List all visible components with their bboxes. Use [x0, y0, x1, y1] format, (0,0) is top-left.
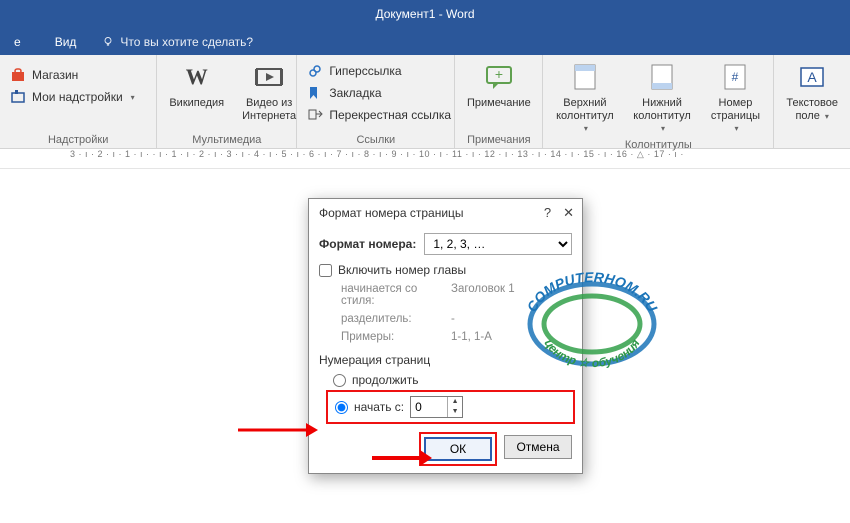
crossref-label: Перекрестная ссылка	[329, 108, 451, 122]
page-number-icon: #	[719, 61, 751, 93]
comment-icon: +	[483, 61, 515, 93]
group-headerfooter: Верхнийколонтитул ▾ Нижнийколонтитул ▾ #…	[543, 55, 774, 148]
svg-text:A: A	[808, 69, 818, 85]
svg-text:#: #	[732, 70, 739, 84]
video-icon	[253, 61, 285, 93]
examples-value: 1-1, 1-A	[451, 331, 572, 343]
hyperlink-icon	[307, 63, 323, 79]
chapter-style-value: Заголовок 1	[451, 283, 572, 307]
annotation-arrow-2	[372, 448, 432, 468]
ribbon-tabstrip: е Вид Что вы хотите сделать?	[0, 28, 850, 55]
spin-up-icon[interactable]: ▲	[448, 397, 462, 407]
addins-icon	[10, 89, 26, 105]
comment-button[interactable]: + Примечание	[463, 59, 535, 112]
page-number-label: Номерстраницы ▾	[710, 97, 762, 135]
tab-partial[interactable]: е	[6, 28, 29, 55]
header-label: Верхнийколонтитул ▾	[555, 97, 614, 135]
crossref-icon	[307, 107, 323, 123]
hyperlink-label: Гиперссылка	[329, 64, 401, 78]
examples-label: Примеры:	[341, 331, 451, 343]
continue-label: продолжить	[352, 373, 418, 387]
group-media-label: Мультимедиа	[165, 132, 288, 146]
ok-button[interactable]: ОК	[424, 437, 492, 461]
group-media: W Википедия Видео изИнтернета Мультимеди…	[157, 55, 297, 148]
page-number-format-dialog: Формат номера страницы ? ✕ Формат номера…	[308, 198, 583, 474]
horizontal-ruler[interactable]: 3 · ı · 2 · ı · 1 · ı · · ı · 1 · ı · 2 …	[0, 149, 850, 169]
tell-me-label: Что вы хотите сделать?	[120, 35, 253, 49]
include-chapter-checkbox[interactable]	[319, 264, 332, 277]
spin-down-icon[interactable]: ▼	[448, 407, 462, 417]
page-numbering-heading: Нумерация страниц	[319, 353, 572, 367]
online-video-button[interactable]: Видео изИнтернета	[238, 59, 300, 124]
separator-label: разделитель:	[341, 313, 451, 325]
footer-icon	[646, 61, 678, 93]
include-chapter-label: Включить номер главы	[338, 263, 466, 277]
bookmark-icon	[307, 85, 323, 101]
continue-radio[interactable]	[333, 374, 346, 387]
group-comments-label: Примечания	[463, 132, 534, 146]
cancel-button[interactable]: Отмена	[504, 435, 572, 459]
my-addins-label: Мои надстройки	[32, 90, 123, 104]
annotation-arrow-1	[238, 420, 318, 440]
separator-value: -	[451, 313, 572, 325]
bookmark-label: Закладка	[329, 86, 381, 100]
hyperlink-button[interactable]: Гиперссылка	[305, 61, 453, 81]
ribbon: Магазин Мои надстройки ▾ Надстройки W Вик…	[0, 55, 850, 149]
start-at-input[interactable]	[411, 397, 447, 417]
group-links-label: Ссылки	[305, 132, 446, 146]
chapter-style-label: начинается со стиля:	[341, 283, 451, 307]
comment-label: Примечание	[467, 97, 531, 110]
tab-view[interactable]: Вид	[47, 28, 85, 55]
dialog-titlebar: Формат номера страницы ? ✕	[309, 199, 582, 227]
start-at-label: начать с:	[354, 400, 404, 414]
number-format-select[interactable]: 1, 2, 3, …	[424, 233, 572, 255]
textbox-button[interactable]: A Текстовоеполе ▾	[782, 59, 842, 124]
store-icon	[10, 67, 26, 83]
chevron-down-icon: ▾	[131, 93, 135, 102]
svg-text:+: +	[495, 66, 503, 82]
group-comments: + Примечание Примечания	[455, 55, 543, 148]
online-video-label: Видео изИнтернета	[242, 97, 296, 122]
dialog-title: Формат номера страницы	[319, 206, 464, 220]
wikipedia-icon: W	[181, 61, 213, 93]
group-links: Гиперссылка Закладка Перекрестная ссылка…	[297, 55, 455, 148]
window-title: Документ1 - Word	[375, 7, 474, 21]
group-text-label	[782, 132, 842, 146]
wikipedia-label: Википедия	[169, 97, 224, 110]
start-at-spinner[interactable]: ▲▼	[410, 396, 463, 418]
header-icon	[569, 61, 601, 93]
footer-label: Нижнийколонтитул ▾	[632, 97, 691, 135]
lightbulb-icon	[102, 36, 114, 48]
bookmark-button[interactable]: Закладка	[305, 83, 453, 103]
store-label: Магазин	[32, 68, 78, 82]
store-button[interactable]: Магазин	[8, 65, 137, 85]
textbox-label: Текстовоеполе ▾	[786, 97, 838, 122]
crossref-button[interactable]: Перекрестная ссылка	[305, 105, 453, 125]
wikipedia-button[interactable]: W Википедия	[165, 59, 228, 112]
group-addins: Магазин Мои надстройки ▾ Надстройки	[0, 55, 157, 148]
textbox-icon: A	[796, 61, 828, 93]
group-addins-label: Надстройки	[8, 132, 148, 146]
header-button[interactable]: Верхнийколонтитул ▾	[551, 59, 618, 137]
start-at-radio[interactable]	[335, 401, 348, 414]
group-text: A Текстовоеполе ▾	[774, 55, 850, 148]
number-format-label: Формат номера:	[319, 237, 416, 251]
my-addins-button[interactable]: Мои надстройки ▾	[8, 87, 137, 107]
help-button[interactable]: ?	[544, 205, 551, 221]
window-titlebar: Документ1 - Word	[0, 0, 850, 28]
page-number-button[interactable]: # Номерстраницы ▾	[706, 59, 766, 137]
footer-button[interactable]: Нижнийколонтитул ▾	[628, 59, 695, 137]
close-button[interactable]: ✕	[563, 205, 574, 221]
tell-me-search[interactable]: Что вы хотите сделать?	[102, 35, 253, 49]
